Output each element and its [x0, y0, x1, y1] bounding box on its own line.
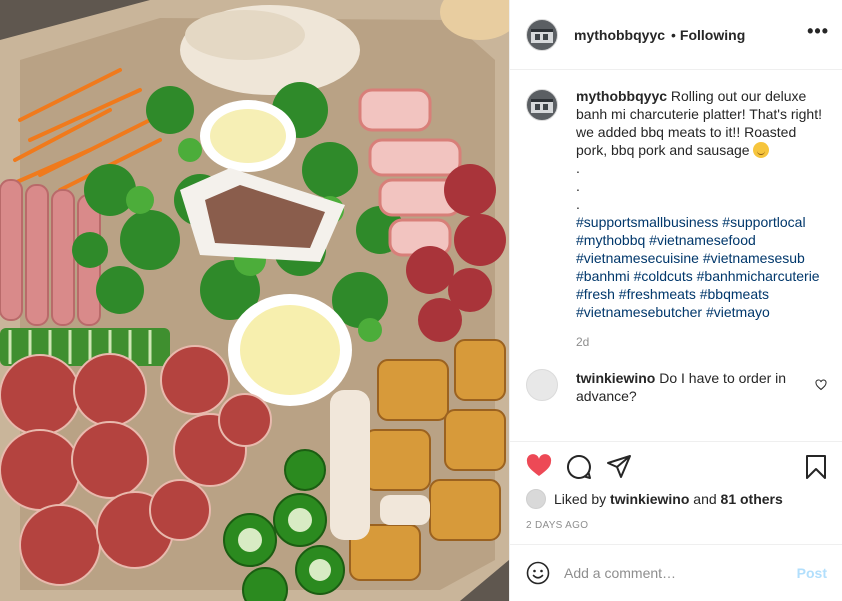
- smiling-face-emoji-icon: [753, 142, 770, 158]
- caption-dot-2: .: [576, 178, 580, 194]
- bookmark-icon[interactable]: [805, 454, 827, 480]
- add-comment-input[interactable]: [564, 565, 784, 581]
- heart-outline-icon[interactable]: [815, 379, 827, 391]
- caption-username[interactable]: mythobbqyyc: [576, 88, 667, 104]
- caption: mythobbqyyc Rolling out our deluxe banh …: [526, 87, 827, 321]
- caption-age[interactable]: 2d: [576, 335, 827, 349]
- caption-hashtags[interactable]: #supportsmallbusiness #supportlocal #myt…: [576, 214, 820, 320]
- platter-photo-illustration: [0, 0, 509, 601]
- likes-prefix: Liked by: [554, 491, 607, 507]
- comments-list[interactable]: mythobbqyyc Rolling out our deluxe banh …: [510, 71, 842, 440]
- caption-text-block: mythobbqyyc Rolling out our deluxe banh …: [576, 87, 826, 321]
- post-date[interactable]: 2 DAYS AGO: [526, 520, 588, 531]
- comment-item: twinkiewino Do I have to order in advanc…: [526, 369, 827, 405]
- post-side-panel: mythobbqyyc • Following ••• mythobbqyyc …: [509, 0, 842, 601]
- heart-filled-icon[interactable]: [526, 454, 552, 478]
- post-photo[interactable]: [0, 0, 509, 601]
- commenter-avatar[interactable]: [526, 369, 558, 401]
- liker-username[interactable]: twinkiewino: [610, 491, 689, 507]
- post-comment-button[interactable]: Post: [797, 565, 827, 581]
- post-header: mythobbqyyc • Following •••: [510, 0, 842, 70]
- likes-joiner: and: [693, 491, 717, 507]
- instagram-post: mythobbqyyc • Following ••• mythobbqyyc …: [0, 0, 842, 601]
- comment-bubble-icon[interactable]: [566, 454, 592, 480]
- paper-plane-icon[interactable]: [606, 454, 632, 480]
- add-comment-bar: Post: [510, 544, 842, 601]
- action-bar: [510, 441, 842, 493]
- comment-text-block: twinkiewino Do I have to order in advanc…: [576, 369, 816, 405]
- caption-avatar[interactable]: [526, 89, 558, 121]
- more-options-icon[interactable]: •••: [807, 22, 829, 40]
- likes-summary: Liked by twinkiewino and 81 others: [526, 489, 783, 509]
- comment-username[interactable]: twinkiewino: [576, 370, 655, 386]
- smiley-icon[interactable]: [526, 561, 550, 585]
- caption-dot-3: .: [576, 196, 580, 212]
- liker-avatar[interactable]: [526, 489, 546, 509]
- likes-others-link[interactable]: 81 others: [721, 491, 783, 507]
- header-separator: •: [671, 26, 676, 43]
- author-username[interactable]: mythobbqyyc: [574, 27, 665, 43]
- caption-dot-1: .: [576, 160, 580, 176]
- following-button[interactable]: Following: [680, 27, 745, 43]
- author-avatar[interactable]: [526, 18, 558, 51]
